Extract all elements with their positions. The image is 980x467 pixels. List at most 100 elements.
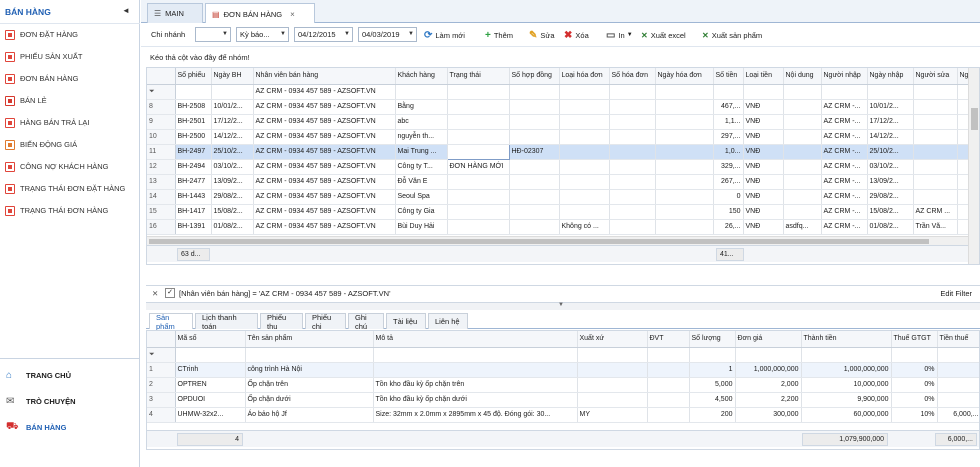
column-header[interactable]: Số phiếu [175,68,212,85]
table-cell[interactable]: MY [577,407,648,423]
table-cell[interactable]: BH-2500 [175,129,212,145]
column-header[interactable]: Ngày nhập [867,68,914,85]
table-cell[interactable]: AZ CRM -... [821,204,868,220]
filter-cell[interactable] [395,84,448,100]
table-row[interactable]: 2 OPTREN Ốp chặn trên Tồn kho đầu kỳ ốp chặ… [147,377,979,393]
table-cell[interactable]: 0% [891,392,938,408]
table-cell[interactable]: 1,000,000,000 [735,362,802,378]
table-cell[interactable] [647,407,690,423]
detail-tab[interactable]: Sản phẩm [149,313,193,331]
table-cell[interactable] [783,129,822,145]
date-from-input[interactable]: 04/12/2015 ▼ [294,27,353,42]
detail-tab[interactable]: Phiếu thu [260,313,303,331]
table-cell[interactable]: 10% [891,407,938,423]
table-cell[interactable]: BH-2494 [175,159,212,175]
table-cell[interactable]: 03/10/2... [211,159,254,175]
table-cell[interactable]: AZ CRM -... [821,159,868,175]
table-cell[interactable]: Công ty Gia [395,204,448,220]
table-cell[interactable]: Không có ... [559,219,610,235]
detail-tab[interactable]: Ghi chú [348,313,384,331]
sidebar-item[interactable]: Biến động giá [0,136,139,153]
filter-cell[interactable] [783,84,822,100]
table-cell[interactable]: 14/12/2... [867,129,914,145]
sidebar-item[interactable]: Bán lẻ [0,92,139,109]
vertical-scrollbar[interactable] [968,68,979,264]
table-cell[interactable] [783,114,822,130]
table-cell[interactable]: HĐ-02307 [509,144,560,160]
filter-cell[interactable] [211,84,254,100]
sidebar-item[interactable]: Đơn đặt hàng [0,26,139,43]
table-cell[interactable]: 300,000 [735,407,802,423]
column-header[interactable]: Nhân viên bán hàng [253,68,396,85]
table-cell[interactable] [913,114,958,130]
table-cell[interactable]: BH-2501 [175,114,212,130]
table-row[interactable]: 13 BH-2477 13/09/2... AZ CRM - 0934 457 589… [147,174,970,190]
table-cell[interactable] [559,204,610,220]
delete-button[interactable]: ✖ Xóa [564,27,589,43]
table-cell[interactable] [509,159,560,175]
table-cell[interactable]: VNĐ [743,129,784,145]
table-cell[interactable]: 17/12/2... [867,114,914,130]
table-cell[interactable] [509,174,560,190]
table-cell[interactable] [559,174,610,190]
table-cell[interactable]: BH-2508 [175,99,212,115]
sidebar-item[interactable]: Phiếu sản xuất [0,48,139,65]
table-cell[interactable]: 25/10/2... [867,144,914,160]
panel-splitter[interactable]: ▼ [146,302,980,310]
table-cell[interactable]: 0% [891,362,938,378]
table-cell[interactable] [783,204,822,220]
table-cell[interactable] [559,144,610,160]
column-header[interactable]: Đơn giá [735,331,802,348]
table-cell[interactable]: Bùi Duy Hải [395,219,448,235]
add-button[interactable]: + Thêm [485,27,513,43]
table-cell[interactable]: VNĐ [743,219,784,235]
column-header[interactable]: Số hợp đồng [509,68,560,85]
table-cell[interactable]: 1,1... [713,114,744,130]
table-cell[interactable]: 9,900,000 [801,392,892,408]
table-cell[interactable]: nguyễn th... [395,129,448,145]
table-cell[interactable]: Size: 32mm x 2.0mm x 2895mm x 45 độ. Đón… [373,407,578,423]
tab-main[interactable]: ☰ MAIN [147,3,203,23]
table-cell[interactable]: BH-2477 [175,174,212,190]
table-cell[interactable]: AZ CRM - 0934 457 589 - AZSOFT.VN [253,114,396,130]
filter-cell[interactable] [713,84,744,100]
column-header[interactable]: Ngày hóa đơn [655,68,714,85]
table-cell[interactable]: 200 [689,407,736,423]
table-cell[interactable] [559,129,610,145]
filter-cell[interactable] [655,84,714,100]
table-cell[interactable] [783,174,822,190]
column-header[interactable]: ĐVT [647,331,690,348]
table-cell[interactable]: AZ CRM -... [821,99,868,115]
table-cell[interactable] [609,219,656,235]
column-header[interactable]: Loại hóa đơn [559,68,610,85]
table-row[interactable]: 4 UHMW-32x2... Áo bảo hộ Jf Size: 32mm x 2.… [147,407,979,423]
table-cell[interactable] [577,362,648,378]
table-cell[interactable]: 10/01/2... [867,99,914,115]
filter-cell[interactable] [175,84,212,100]
table-cell[interactable]: 150 [713,204,744,220]
table-cell[interactable] [609,159,656,175]
filter-cell[interactable] [801,347,892,363]
filter-expression[interactable]: [Nhân viên bán hàng] = 'AZ CRM - 0934 45… [179,289,391,298]
table-cell[interactable]: 10/01/2... [211,99,254,115]
table-cell[interactable] [447,189,510,205]
sidebar-module-item[interactable]: ✉ Trò chuyện [0,390,139,412]
table-cell[interactable]: Seoul Spa [395,189,448,205]
table-cell[interactable]: VNĐ [743,204,784,220]
table-cell[interactable] [446,143,510,160]
filter-cell[interactable] [821,84,868,100]
column-header[interactable]: Nội dung [783,68,822,85]
table-cell[interactable] [609,174,656,190]
column-header[interactable]: Mô tả [373,331,578,348]
filter-cell[interactable] [867,84,914,100]
filter-cell[interactable] [559,84,610,100]
table-cell[interactable] [655,114,714,130]
table-cell[interactable]: 29/08/2... [211,189,254,205]
detail-tab[interactable]: Tài liệu [386,313,426,329]
filter-enabled-checkbox[interactable]: ✓ [165,288,175,298]
table-cell[interactable]: BH-1417 [175,204,212,220]
table-cell[interactable] [937,362,979,378]
table-cell[interactable] [609,99,656,115]
table-cell[interactable] [559,114,610,130]
filter-cell[interactable] [509,84,560,100]
